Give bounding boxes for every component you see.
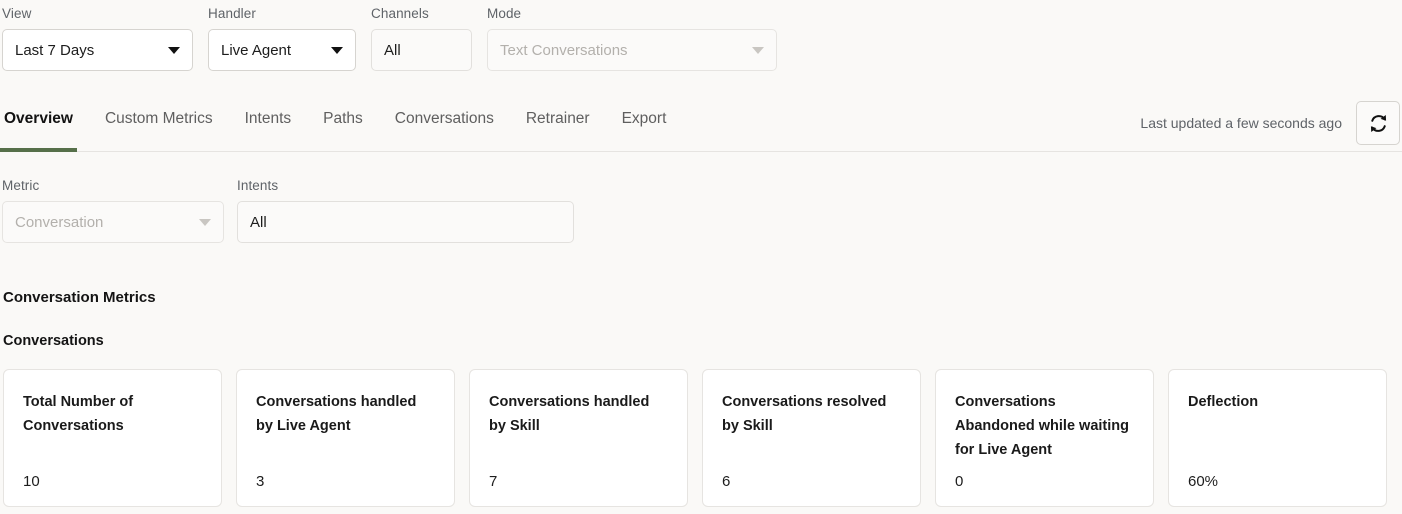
refresh-icon <box>1367 112 1390 135</box>
view-dropdown-value: Last 7 Days <box>15 42 94 59</box>
view-dropdown[interactable]: Last 7 Days <box>2 29 193 71</box>
tab-paths-label: Paths <box>323 110 363 127</box>
chevron-down-icon <box>752 47 764 54</box>
tab-bar-actions: Last updated a few seconds ago <box>1140 101 1400 145</box>
secondary-filter-row: Metric Conversation Intents All <box>0 178 1402 243</box>
tab-overview[interactable]: Overview <box>4 99 73 152</box>
metric-card[interactable]: Conversations Abandoned while waiting fo… <box>935 369 1154 507</box>
tab-export[interactable]: Export <box>622 99 667 152</box>
handler-dropdown[interactable]: Live Agent <box>208 29 356 71</box>
metric-card-value: 3 <box>256 472 436 492</box>
metric-dropdown: Conversation <box>2 201 224 243</box>
chevron-down-icon <box>168 47 180 54</box>
tab-paths[interactable]: Paths <box>323 99 363 152</box>
filter-mode-label: Mode <box>487 6 777 22</box>
intents-field[interactable]: All <box>237 201 574 243</box>
channels-field-value: All <box>384 42 401 59</box>
subsection-title: Conversations <box>0 333 1402 349</box>
tab-export-label: Export <box>622 110 667 127</box>
tab-bar: Overview Custom Metrics Intents Paths Co… <box>0 99 1402 152</box>
filter-intents: Intents All <box>237 178 574 243</box>
metric-card[interactable]: Conversations handled by Skill 7 <box>469 369 688 507</box>
filter-handler-label: Handler <box>208 6 356 22</box>
tab-custom-metrics-label: Custom Metrics <box>105 110 213 127</box>
chevron-down-icon <box>199 219 211 226</box>
last-updated-text: Last updated a few seconds ago <box>1140 115 1342 131</box>
analytics-dashboard: View Last 7 Days Handler Live Agent Chan… <box>0 0 1402 514</box>
metric-card[interactable]: Deflection 60% <box>1168 369 1387 507</box>
filter-view: View Last 7 Days <box>2 6 193 71</box>
handler-dropdown-value: Live Agent <box>221 42 291 59</box>
metric-card[interactable]: Total Number of Conversations 10 <box>3 369 222 507</box>
metric-dropdown-value: Conversation <box>15 214 103 231</box>
tab-conversations[interactable]: Conversations <box>395 99 494 152</box>
metric-card-value: 10 <box>23 472 203 492</box>
filter-channels-label: Channels <box>371 6 472 22</box>
filter-channels: Channels All <box>371 6 472 71</box>
page-title: Conversation Metrics <box>0 289 1402 306</box>
tab-intents[interactable]: Intents <box>245 99 292 152</box>
metric-card-title: Total Number of Conversations <box>23 390 203 438</box>
mode-dropdown-value: Text Conversations <box>500 42 628 59</box>
filter-handler: Handler Live Agent <box>208 6 356 71</box>
tab-overview-label: Overview <box>4 110 73 127</box>
metric-card-title: Conversations Abandoned while waiting fo… <box>955 390 1135 462</box>
metric-card-value: 7 <box>489 472 669 492</box>
metric-card-title: Conversations handled by Live Agent <box>256 390 436 438</box>
metric-card-title: Conversations resolved by Skill <box>722 390 902 438</box>
metric-card-value: 6 <box>722 472 902 492</box>
metric-card-title: Deflection <box>1188 390 1368 414</box>
filter-view-label: View <box>2 6 193 22</box>
metric-card-list: Total Number of Conversations 10 Convers… <box>0 369 1402 507</box>
filter-metric: Metric Conversation <box>2 178 224 243</box>
mode-dropdown: Text Conversations <box>487 29 777 71</box>
filter-metric-label: Metric <box>2 178 224 194</box>
tab-conversations-label: Conversations <box>395 110 494 127</box>
metric-card-value: 60% <box>1188 472 1368 492</box>
intents-field-value: All <box>250 214 267 231</box>
metric-card[interactable]: Conversations handled by Live Agent 3 <box>236 369 455 507</box>
refresh-button[interactable] <box>1356 101 1400 145</box>
metric-card-value: 0 <box>955 472 1135 492</box>
top-filter-row: View Last 7 Days Handler Live Agent Chan… <box>0 0 1402 71</box>
metric-card-title: Conversations handled by Skill <box>489 390 669 438</box>
channels-field[interactable]: All <box>371 29 472 71</box>
tab-custom-metrics[interactable]: Custom Metrics <box>105 99 213 152</box>
filter-intents-label: Intents <box>237 178 574 194</box>
chevron-down-icon <box>331 47 343 54</box>
tab-retrainer[interactable]: Retrainer <box>526 99 590 152</box>
tab-retrainer-label: Retrainer <box>526 110 590 127</box>
filter-mode: Mode Text Conversations <box>487 6 777 71</box>
tab-intents-label: Intents <box>245 110 292 127</box>
metric-card[interactable]: Conversations resolved by Skill 6 <box>702 369 921 507</box>
